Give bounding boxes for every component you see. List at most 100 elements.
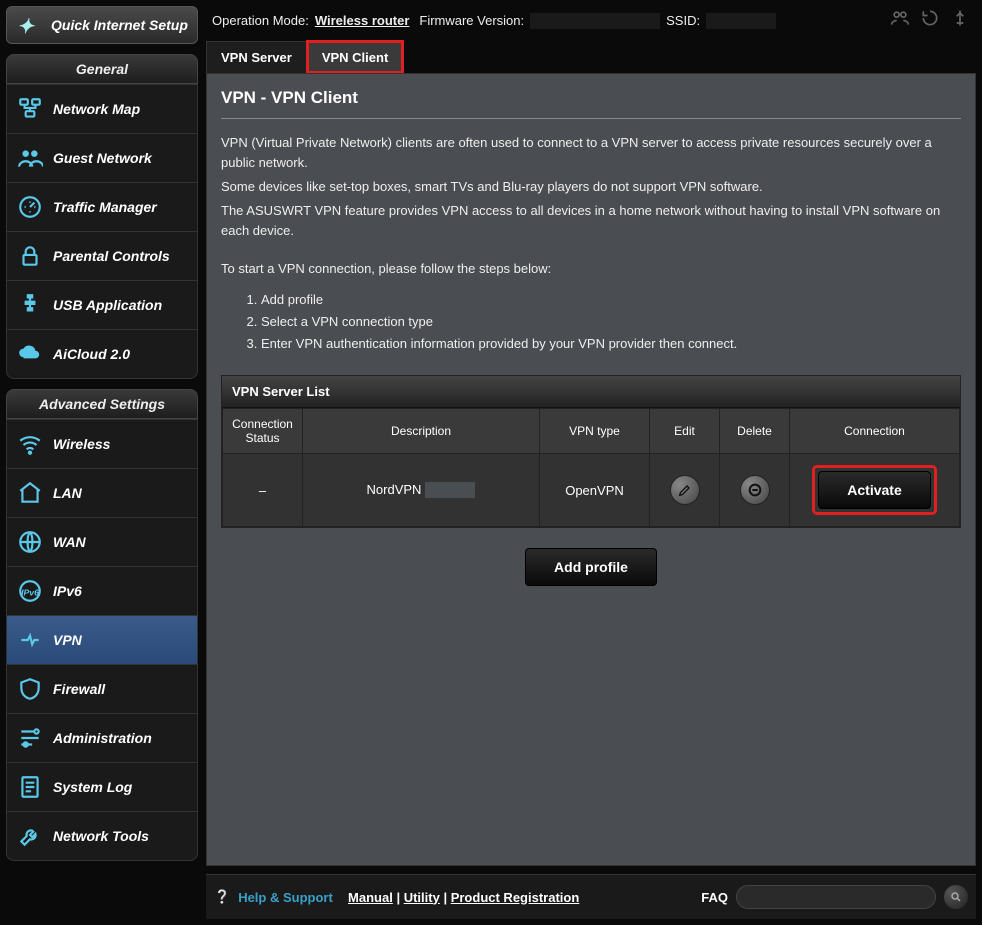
sidebar-item-label: WAN: [53, 534, 86, 550]
sidebar-item-network-tools[interactable]: Network Tools: [7, 811, 197, 860]
sidebar-item-firewall[interactable]: Firewall: [7, 664, 197, 713]
description-text: NordVPN: [367, 482, 422, 497]
advanced-section-header: Advanced Settings: [6, 389, 198, 419]
sidebar-item-label: IPv6: [53, 583, 82, 599]
opmode-label: Operation Mode:: [212, 13, 309, 28]
network-tools-icon: [15, 822, 45, 850]
col-edit: Edit: [650, 409, 720, 454]
sidebar-item-label: Network Tools: [53, 828, 149, 844]
sidebar-item-ipv6[interactable]: IPv6 IPv6: [7, 566, 197, 615]
intro-p2: Some devices like set-top boxes, smart T…: [221, 177, 961, 197]
svg-text:IPv6: IPv6: [21, 587, 39, 597]
wireless-icon: [15, 430, 45, 458]
wan-icon: [15, 528, 45, 556]
lan-icon: [15, 479, 45, 507]
col-connection: Connection: [790, 409, 960, 454]
firewall-icon: [15, 675, 45, 703]
sidebar-item-label: Administration: [53, 730, 152, 746]
utility-link[interactable]: Utility: [404, 890, 440, 905]
usb-application-icon: [15, 291, 45, 319]
firmware-label: Firmware Version:: [419, 13, 524, 28]
tab-vpn-server[interactable]: VPN Server: [206, 41, 307, 73]
faq-search-input[interactable]: [736, 885, 936, 909]
delete-button[interactable]: [740, 475, 770, 505]
ssid-label: SSID:: [666, 13, 700, 28]
tabs: VPN Server VPN Client: [206, 41, 976, 73]
faq-search-button[interactable]: [944, 885, 968, 909]
col-connection-status: Connection Status: [223, 409, 303, 454]
guest-network-icon: [15, 144, 45, 172]
opmode-value[interactable]: Wireless router: [315, 13, 410, 28]
aicloud-icon: [15, 340, 45, 368]
sidebar-item-parental-controls[interactable]: Parental Controls: [7, 231, 197, 280]
sidebar-item-traffic-manager[interactable]: Traffic Manager: [7, 182, 197, 231]
sidebar-item-label: Traffic Manager: [53, 199, 157, 215]
product-registration-link[interactable]: Product Registration: [451, 890, 580, 905]
qis-label: Quick Internet Setup: [51, 17, 188, 33]
sidebar-item-label: Network Map: [53, 101, 140, 117]
firmware-redacted: [530, 13, 660, 29]
sidebar-item-label: Wireless: [53, 436, 110, 452]
cell-edit: [650, 454, 720, 527]
activate-button[interactable]: Activate: [818, 471, 930, 509]
parental-controls-icon: [15, 242, 45, 270]
sidebar-item-wan[interactable]: WAN: [7, 517, 197, 566]
sidebar-item-usb-application[interactable]: USB Application: [7, 280, 197, 329]
sidebar-item-administration[interactable]: Administration: [7, 713, 197, 762]
footer: ❔ Help & Support Manual | Utility | Prod…: [206, 874, 976, 919]
activate-highlight: Activate: [815, 468, 933, 512]
divider: [221, 118, 961, 119]
description-redacted: [425, 482, 475, 498]
users-icon[interactable]: [890, 8, 910, 33]
step-item: Enter VPN authentication information pro…: [261, 333, 961, 355]
edit-button[interactable]: [670, 475, 700, 505]
sidebar-item-label: Guest Network: [53, 150, 152, 166]
table-title: VPN Server List: [222, 376, 960, 408]
step-item: Add profile: [261, 289, 961, 311]
intro-p1: VPN (Virtual Private Network) clients ar…: [221, 133, 961, 173]
sidebar-item-label: AiCloud 2.0: [53, 346, 130, 362]
sidebar-item-label: System Log: [53, 779, 132, 795]
reboot-icon[interactable]: [920, 8, 940, 33]
sidebar-item-network-map[interactable]: Network Map: [7, 85, 197, 133]
system-log-icon: [15, 773, 45, 801]
sidebar-item-guest-network[interactable]: Guest Network: [7, 133, 197, 182]
footer-links: Manual | Utility | Product Registration: [341, 890, 579, 905]
col-delete: Delete: [720, 409, 790, 454]
sidebar-item-aicloud[interactable]: AiCloud 2.0: [7, 329, 197, 378]
sidebar-item-lan[interactable]: LAN: [7, 468, 197, 517]
faq-label: FAQ: [701, 890, 728, 905]
wand-icon: ✦: [17, 19, 34, 35]
general-menu: Network Map Guest Network Traffic Manage…: [6, 84, 198, 379]
manual-link[interactable]: Manual: [348, 890, 393, 905]
table-row: – NordVPN OpenVPN: [223, 454, 960, 527]
sidebar-item-label: Parental Controls: [53, 248, 170, 264]
advanced-menu: Wireless LAN WAN IPv6 IPv6 VPN Firewall: [6, 419, 198, 861]
cell-delete: [720, 454, 790, 527]
sidebar-item-system-log[interactable]: System Log: [7, 762, 197, 811]
ipv6-icon: IPv6: [15, 577, 45, 605]
network-map-icon: [15, 95, 45, 123]
ssid-redacted: [706, 13, 776, 29]
col-description: Description: [303, 409, 540, 454]
help-support-link[interactable]: Help & Support: [238, 890, 333, 905]
col-vpn-type: VPN type: [540, 409, 650, 454]
cell-status: –: [223, 454, 303, 527]
sidebar-item-wireless[interactable]: Wireless: [7, 420, 197, 468]
add-profile-button[interactable]: Add profile: [525, 548, 657, 586]
sidebar-item-label: VPN: [53, 632, 82, 648]
usb-icon[interactable]: [950, 8, 970, 33]
quick-internet-setup-button[interactable]: ✦ Quick Internet Setup: [6, 6, 198, 44]
tab-vpn-client[interactable]: VPN Client: [307, 41, 403, 73]
page-title: VPN - VPN Client: [221, 88, 961, 108]
sidebar-item-label: Firewall: [53, 681, 105, 697]
cell-connection: Activate: [790, 454, 960, 527]
steps-intro: To start a VPN connection, please follow…: [221, 259, 961, 279]
vpn-icon: [15, 626, 45, 654]
sidebar-item-label: USB Application: [53, 297, 162, 313]
intro-p3: The ASUSWRT VPN feature provides VPN acc…: [221, 201, 961, 241]
help-icon: ❔: [214, 889, 230, 905]
sidebar-item-vpn[interactable]: VPN: [7, 615, 197, 664]
traffic-manager-icon: [15, 193, 45, 221]
general-section-header: General: [6, 54, 198, 84]
